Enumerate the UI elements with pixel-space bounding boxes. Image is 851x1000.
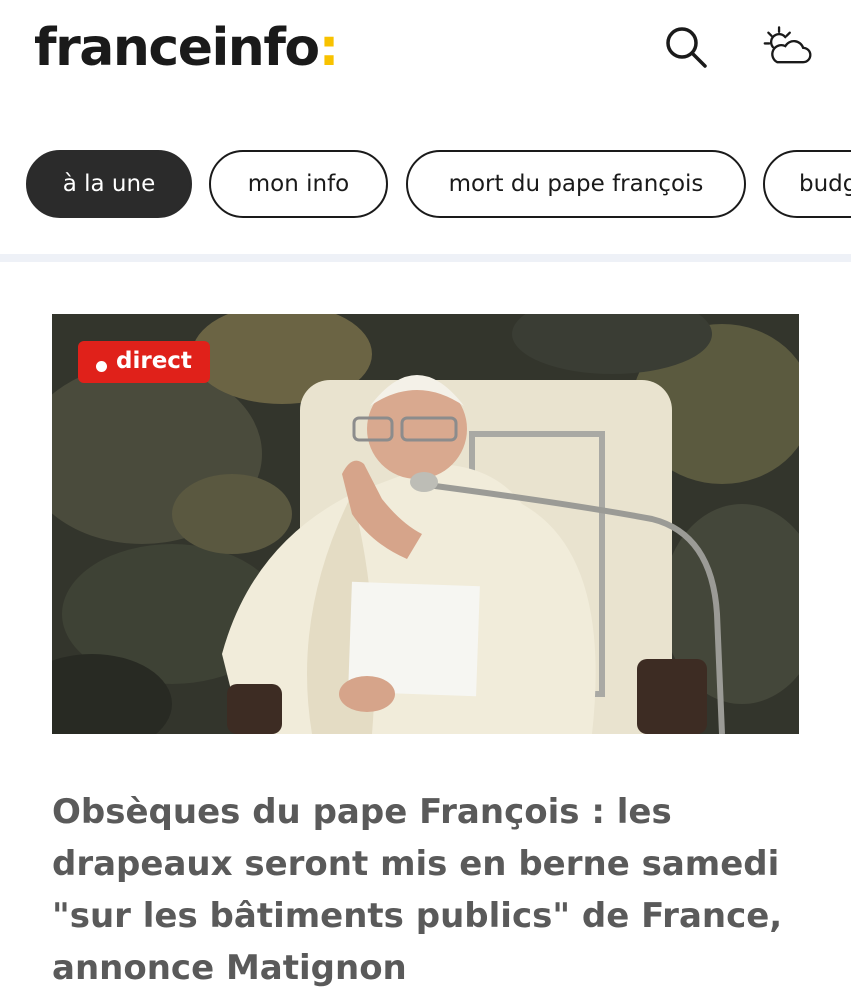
- weather-sun-cloud-icon: [763, 26, 812, 64]
- search-button[interactable]: [661, 22, 711, 72]
- weather-button[interactable]: [763, 22, 813, 72]
- logo-text: franceinfo: [34, 18, 320, 78]
- tab-mon-info[interactable]: mon info: [209, 150, 388, 218]
- header: franceinfo:: [0, 0, 851, 100]
- logo-colon: :: [318, 18, 340, 78]
- live-dot-icon: [96, 361, 107, 372]
- tab-budget[interactable]: budg: [763, 150, 851, 218]
- category-tabs: à la une mon info mort du pape françois …: [26, 150, 851, 220]
- section-divider: [0, 254, 851, 262]
- article-headline[interactable]: Obsèques du pape François : les drapeaux…: [52, 786, 812, 994]
- search-icon: [666, 27, 707, 68]
- tab-mort-du-pape-francois[interactable]: mort du pape françois: [406, 150, 746, 218]
- franceinfo-logo[interactable]: franceinfo:: [34, 18, 340, 78]
- live-badge-label: direct: [116, 348, 192, 374]
- live-badge: direct: [78, 341, 210, 383]
- tab-a-la-une[interactable]: à la une: [26, 150, 192, 218]
